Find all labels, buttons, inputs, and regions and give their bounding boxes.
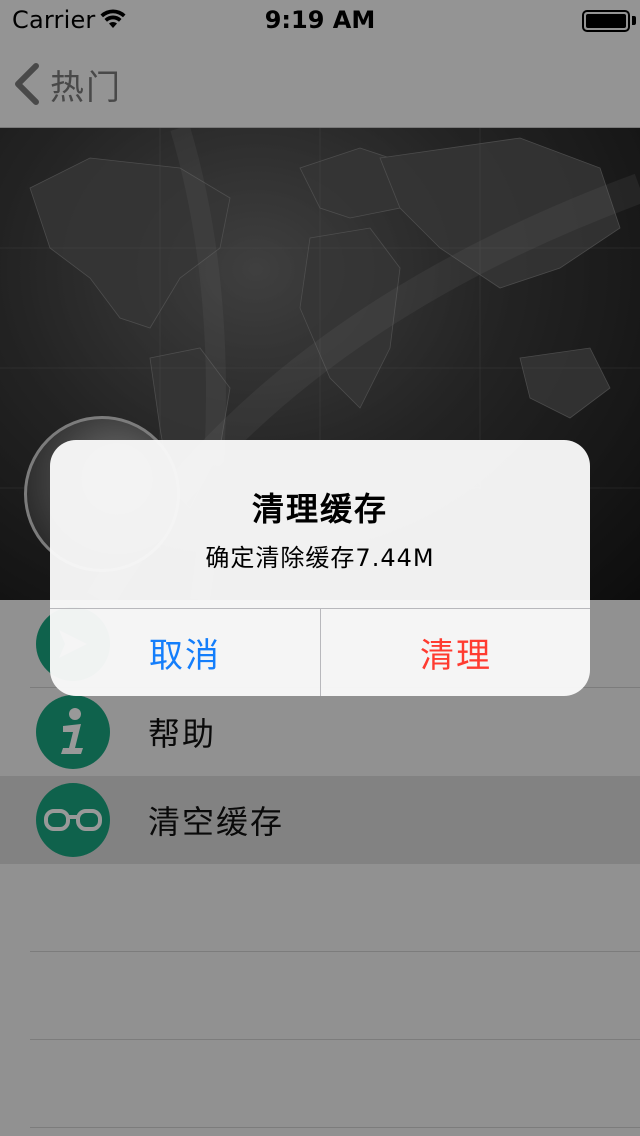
alert-message: 确定清除缓存7.44M xyxy=(205,544,435,572)
alert-title: 清理缓存 xyxy=(251,490,388,528)
clear-cache-alert: 清理缓存 确定清除缓存7.44M 取消 清理 xyxy=(50,440,590,696)
cancel-button[interactable]: 取消 xyxy=(50,609,320,696)
confirm-clear-button[interactable]: 清理 xyxy=(321,609,590,696)
